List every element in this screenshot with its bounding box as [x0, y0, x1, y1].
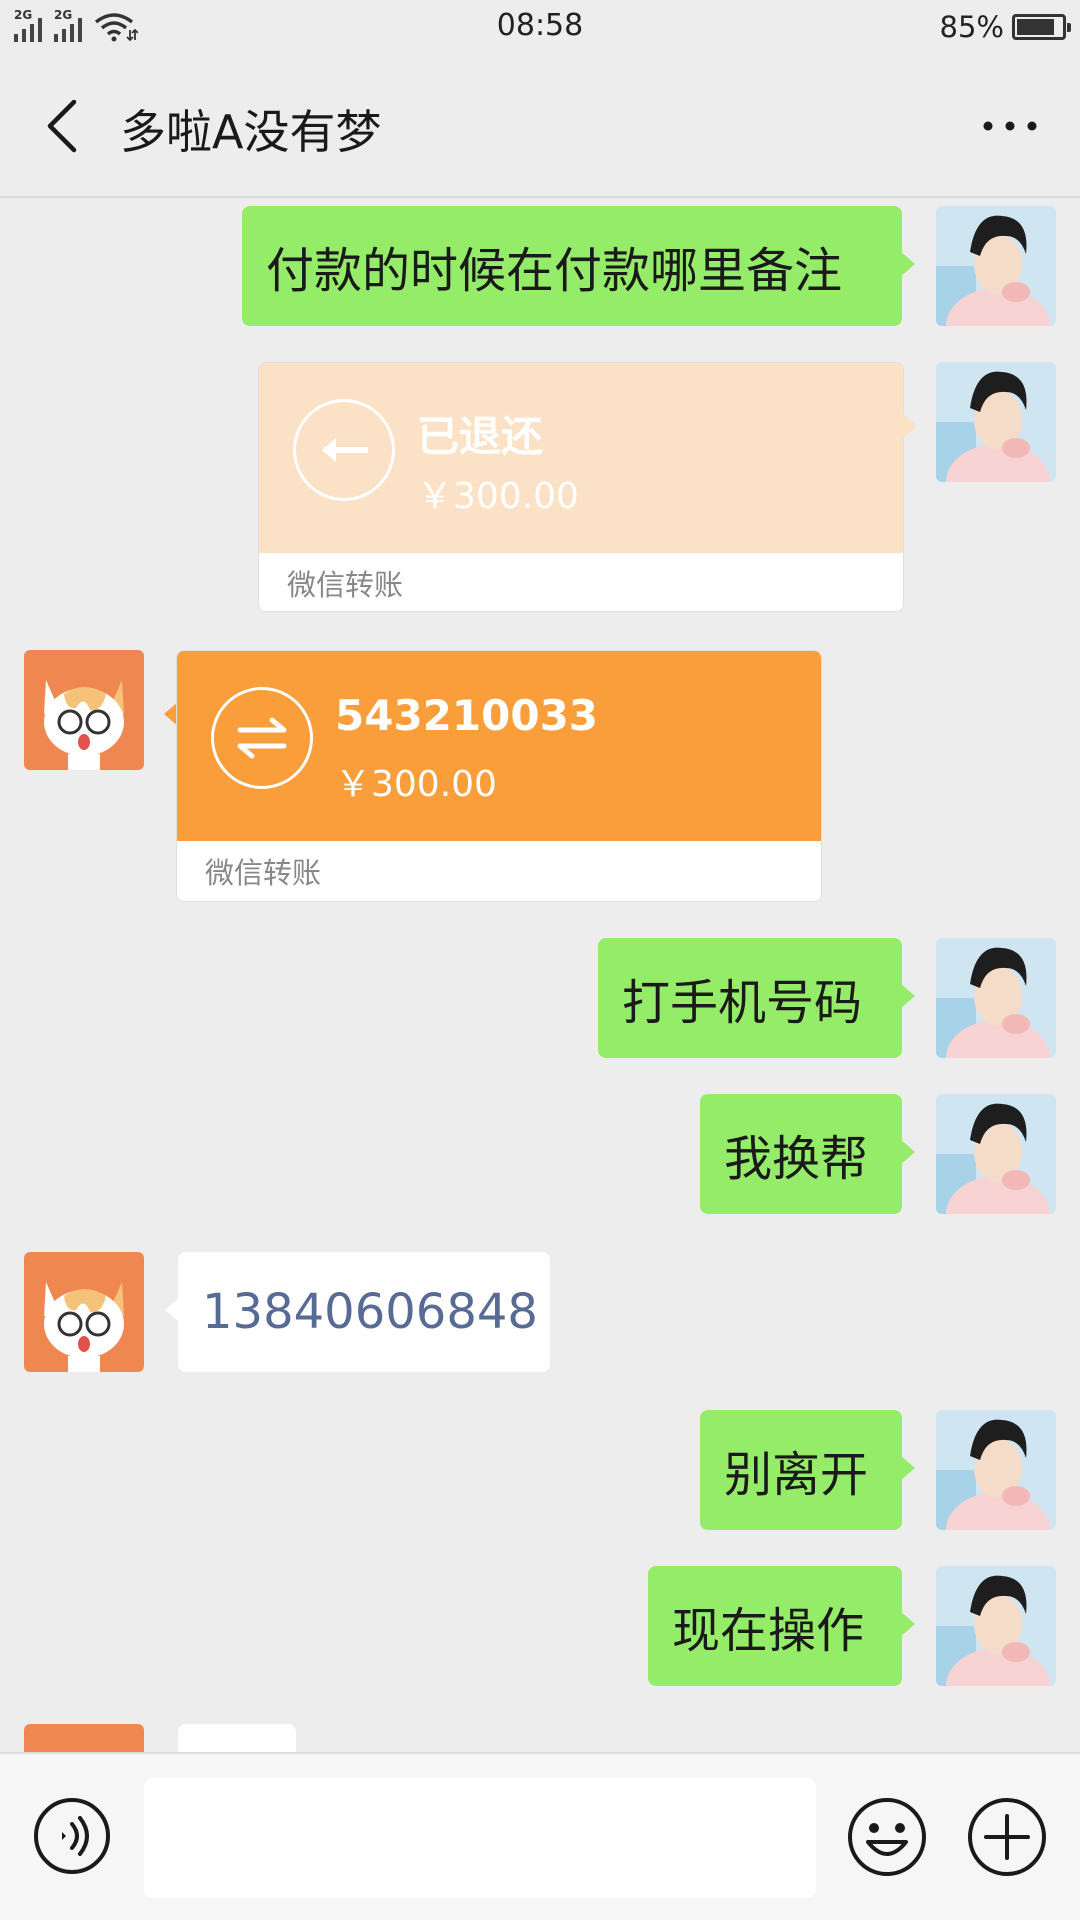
avatar-self-image: [936, 362, 1056, 482]
avatar-self[interactable]: [936, 362, 1056, 482]
transfer-status: 已退还: [417, 412, 544, 461]
message-text: 我换帮: [724, 1131, 869, 1187]
return-arrow-icon: [293, 399, 395, 501]
message-bubble-self[interactable]: 现在操作: [648, 1566, 915, 1686]
transfer-footer: 微信转账: [259, 553, 903, 611]
bubble-tail: [903, 414, 917, 438]
message-text: 付款的时候在付款哪里备注: [266, 243, 843, 299]
battery-level: [1017, 19, 1055, 35]
nav-bar: 多啦A没有梦: [0, 56, 1080, 198]
avatar-self[interactable]: [936, 1566, 1056, 1686]
back-icon[interactable]: [36, 94, 86, 158]
more-icon[interactable]: [980, 116, 1040, 136]
chat-title: 多啦A没有梦: [120, 105, 382, 159]
avatar-contact[interactable]: [24, 1724, 144, 1752]
transfer-amount: ￥300.00: [335, 764, 497, 805]
status-time: 08:58: [496, 8, 584, 43]
message-text: 现在操作: [672, 1603, 865, 1659]
message-bubble-self[interactable]: 别离开: [700, 1410, 915, 1530]
transfer-card-pending[interactable]: 543210033 ￥300.00 微信转账: [176, 650, 822, 902]
avatar-self-image: [936, 1410, 1056, 1530]
message-input[interactable]: [144, 1778, 816, 1898]
message-bubble-self[interactable]: 我换帮: [700, 1094, 915, 1214]
status-right: 85%: [939, 10, 1071, 44]
avatar-self[interactable]: [936, 1410, 1056, 1530]
avatar-self-image: [936, 1094, 1056, 1214]
avatar-self[interactable]: [936, 206, 1056, 326]
transfer-card-refunded[interactable]: 已退还 ￥300.00 微信转账: [258, 362, 904, 612]
message-bubble-other[interactable]: [178, 1724, 296, 1752]
avatar-self-image: [936, 1566, 1056, 1686]
message-text: 13840606848: [202, 1284, 538, 1340]
message-list[interactable]: 付款的时候在付款哪里备注 已退还 ￥300.00 微信转账 543210033 …: [0, 200, 1080, 1752]
phone-number-link[interactable]: 13840606848: [165, 1252, 550, 1372]
emoji-icon[interactable]: [846, 1796, 928, 1878]
avatar-cat-image: [24, 1252, 144, 1372]
battery-percent: 85%: [939, 10, 1004, 44]
plus-icon[interactable]: [966, 1796, 1048, 1878]
chat-screen: 2G 2G 08:58 85% 多啦A没有梦 付款的时候在付款哪里备注 已退还 …: [0, 0, 1080, 1920]
message-bubble-self[interactable]: 打手机号码: [598, 938, 915, 1058]
avatar-self[interactable]: [936, 938, 1056, 1058]
avatar-contact[interactable]: [24, 650, 144, 770]
avatar-self-image: [936, 938, 1056, 1058]
avatar-self[interactable]: [936, 1094, 1056, 1214]
transfer-note: 543210033: [335, 691, 599, 740]
transfer-footer: 微信转账: [177, 841, 821, 901]
avatar-contact[interactable]: [24, 1252, 144, 1372]
message-text: 别离开: [724, 1447, 869, 1503]
avatar-cat-image: [24, 650, 144, 770]
transfer-icon: [211, 687, 313, 789]
input-bar: [0, 1752, 1080, 1920]
voice-icon[interactable]: [32, 1796, 112, 1876]
message-text: 打手机号码: [622, 975, 863, 1031]
transfer-amount: ￥300.00: [417, 476, 579, 517]
status-bar: 2G 2G 08:58 85%: [0, 0, 1080, 56]
avatar-self-image: [936, 206, 1056, 326]
message-bubble-self[interactable]: 付款的时候在付款哪里备注: [242, 206, 915, 326]
battery-icon: [1012, 14, 1071, 40]
